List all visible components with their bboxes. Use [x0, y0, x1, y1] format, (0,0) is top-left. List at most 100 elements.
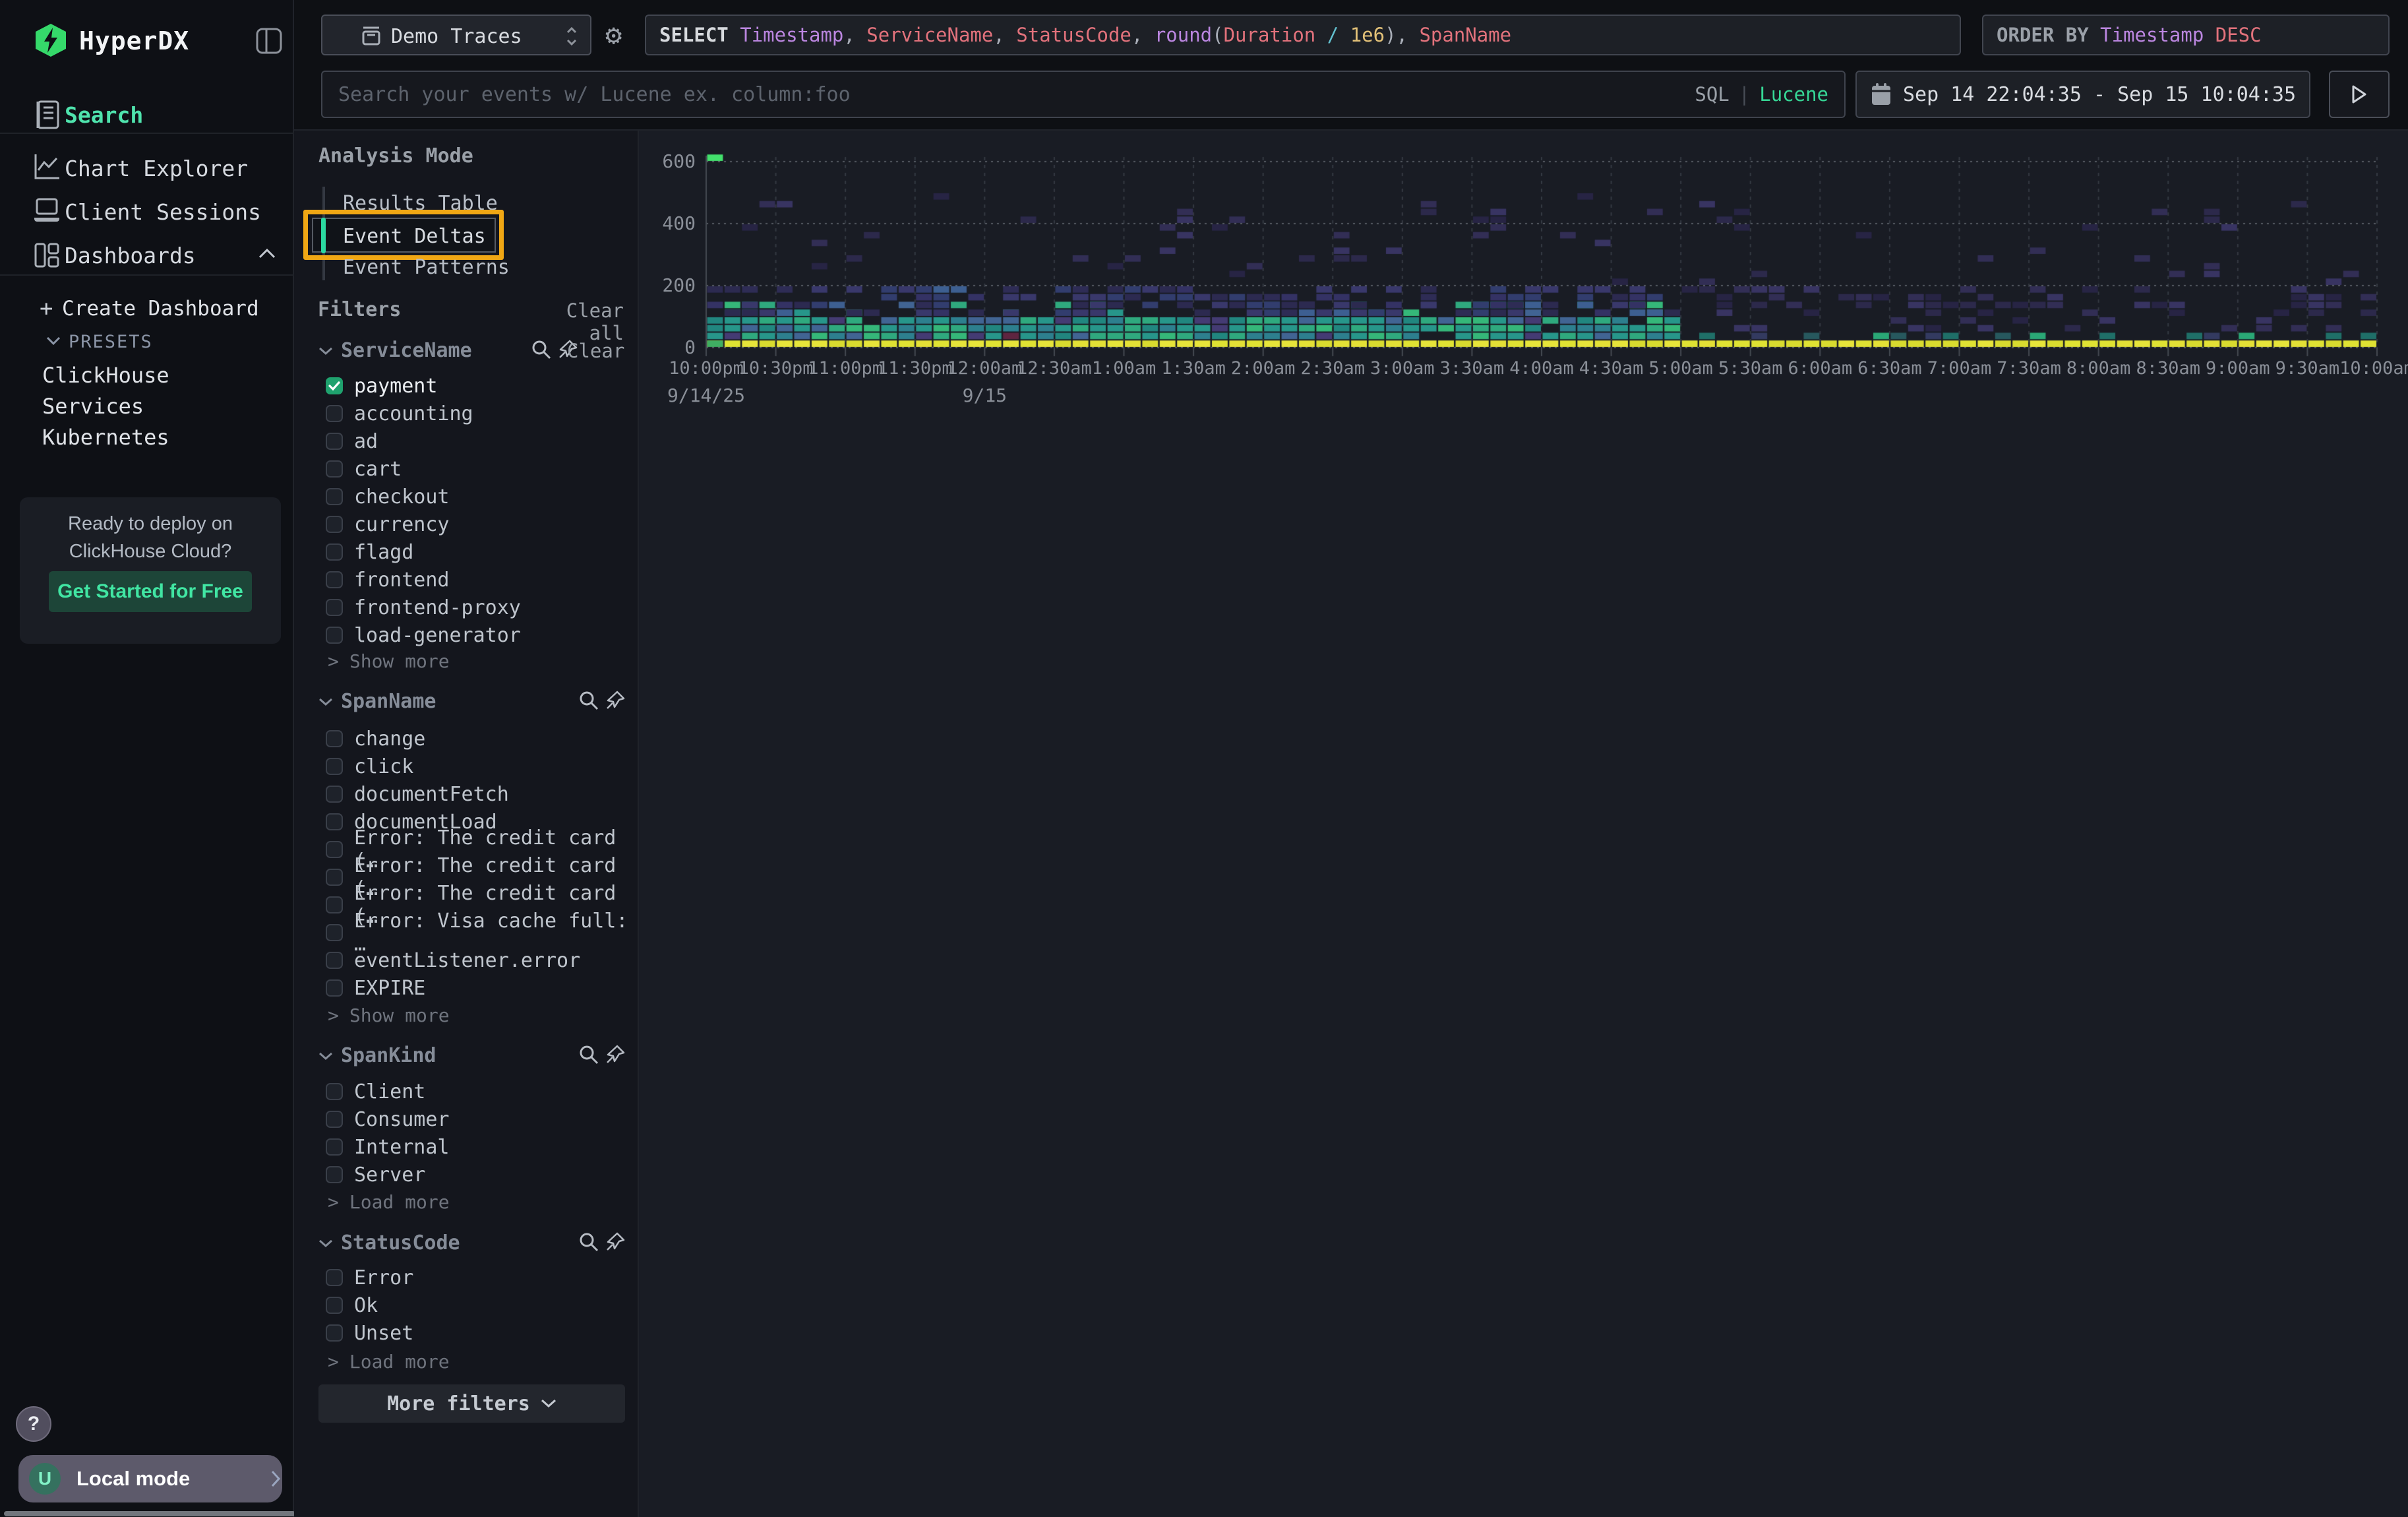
- chevron-down-icon[interactable]: [46, 336, 61, 346]
- filter-option-row[interactable]: accounting: [294, 400, 639, 427]
- checkbox[interactable]: [326, 1269, 343, 1286]
- option-event-deltas[interactable]: Event Deltas: [343, 225, 486, 248]
- search-icon[interactable]: [579, 691, 599, 710]
- checkbox[interactable]: [326, 1324, 343, 1342]
- filter-option-row[interactable]: Server: [294, 1161, 639, 1189]
- data-source-select[interactable]: Demo Traces: [321, 15, 591, 55]
- checkbox[interactable]: [326, 571, 343, 588]
- filter-option-row[interactable]: Internal: [294, 1133, 639, 1161]
- search-icon[interactable]: [531, 340, 551, 359]
- filter-option-row[interactable]: cart: [294, 455, 639, 483]
- filter-option-row[interactable]: Consumer: [294, 1105, 639, 1133]
- filter-option-row[interactable]: frontend-proxy: [294, 594, 639, 621]
- help-button[interactable]: ?: [16, 1406, 51, 1442]
- checkbox[interactable]: [326, 1111, 343, 1128]
- sidebar-item-dashboards[interactable]: Dashboards: [65, 243, 196, 268]
- checkbox[interactable]: [326, 979, 343, 997]
- sidebar-collapse-icon[interactable]: [256, 28, 282, 54]
- get-started-button[interactable]: Get Started for Free: [49, 571, 252, 612]
- pin-icon[interactable]: [605, 1045, 625, 1065]
- filter-option-row[interactable]: payment: [294, 372, 639, 400]
- filter-option-row[interactable]: EXPIRE: [294, 974, 639, 1002]
- checkbox[interactable]: [326, 813, 343, 830]
- run-query-button[interactable]: [2329, 71, 2390, 118]
- checkbox[interactable]: [326, 924, 343, 941]
- checkbox[interactable]: [326, 1166, 343, 1183]
- checkbox[interactable]: [326, 405, 343, 422]
- chevron-down-icon[interactable]: [318, 1052, 333, 1061]
- sidebar-item-chart-explorer[interactable]: Chart Explorer: [65, 156, 248, 181]
- promo-text-line1: Ready to deploy on: [20, 513, 281, 535]
- sidebar-item-create-dashboard[interactable]: Create Dashboard: [62, 297, 259, 321]
- load-more-button[interactable]: >Load more: [328, 1351, 450, 1373]
- divider: [0, 274, 294, 276]
- sidebar-item-services[interactable]: Services: [42, 394, 144, 419]
- checkbox[interactable]: [326, 1297, 343, 1314]
- option-event-patterns[interactable]: Event Patterns: [343, 256, 510, 279]
- filter-option-row[interactable]: flagd: [294, 538, 639, 566]
- mode-lucene-toggle[interactable]: Lucene: [1759, 83, 1828, 106]
- horizontal-scrollbar[interactable]: [4, 1511, 295, 1516]
- search-input[interactable]: [338, 83, 1695, 106]
- checkbox[interactable]: [326, 730, 343, 747]
- time-range-picker[interactable]: Sep 14 22:04:35 - Sep 15 10:04:35: [1855, 71, 2310, 118]
- more-filters-button[interactable]: More filters: [318, 1384, 625, 1423]
- checkbox[interactable]: [326, 1083, 343, 1100]
- checkbox[interactable]: [326, 433, 343, 450]
- checkbox[interactable]: [326, 1138, 343, 1156]
- order-by-input[interactable]: ORDER BY Timestamp DESC: [1982, 15, 2390, 55]
- checkbox[interactable]: [326, 543, 343, 561]
- sidebar-item-search[interactable]: Search: [65, 102, 143, 128]
- pin-icon[interactable]: [605, 1232, 625, 1252]
- filter-option-row[interactable]: frontend: [294, 566, 639, 594]
- sidebar-item-kubernetes[interactable]: Kubernetes: [42, 425, 169, 450]
- account-label: Local mode: [76, 1467, 190, 1491]
- checkbox[interactable]: [326, 896, 343, 913]
- chevron-down-icon[interactable]: [318, 698, 333, 706]
- checkbox[interactable]: [326, 758, 343, 775]
- clear-section-button[interactable]: Clear: [567, 340, 624, 362]
- filter-option-row[interactable]: ad: [294, 427, 639, 455]
- chevron-up-icon[interactable]: [258, 248, 276, 259]
- checkbox[interactable]: [326, 841, 343, 858]
- checkbox[interactable]: [326, 627, 343, 644]
- show-more-button[interactable]: >Show more: [328, 650, 450, 672]
- checkbox[interactable]: [326, 599, 343, 616]
- filter-option-row[interactable]: Client: [294, 1078, 639, 1105]
- filter-option-row[interactable]: currency: [294, 511, 639, 538]
- mode-sql-toggle[interactable]: SQL: [1695, 83, 1729, 106]
- filter-option-row[interactable]: Ok: [294, 1291, 639, 1319]
- checkbox[interactable]: [326, 786, 343, 803]
- chevron-down-icon[interactable]: [318, 347, 333, 356]
- filter-option-row[interactable]: documentFetch: [294, 780, 639, 808]
- filter-option-row[interactable]: Error: Visa cache full: …: [294, 919, 639, 946]
- chevron-down-icon[interactable]: [318, 1239, 333, 1248]
- filter-option-row[interactable]: click: [294, 753, 639, 780]
- clear-all-button[interactable]: Clear all: [527, 299, 624, 344]
- filter-option-row[interactable]: checkout: [294, 483, 639, 511]
- checkbox[interactable]: [326, 869, 343, 886]
- search-icon[interactable]: [579, 1045, 599, 1065]
- load-more-button[interactable]: >Load more: [328, 1191, 450, 1213]
- account-menu[interactable]: U Local mode: [18, 1455, 282, 1502]
- filter-option-row[interactable]: Unset: [294, 1319, 639, 1347]
- checkbox[interactable]: [326, 488, 343, 505]
- sidebar-item-client-sessions[interactable]: Client Sessions: [65, 199, 261, 225]
- filter-option-row[interactable]: change: [294, 725, 639, 753]
- sql-columns-input[interactable]: SELECT Timestamp, ServiceName, StatusCod…: [645, 15, 1961, 55]
- checkbox[interactable]: [326, 952, 343, 969]
- sql-token: [729, 24, 740, 46]
- filter-option-label: load-generator: [354, 624, 521, 647]
- gear-icon[interactable]: ⚙: [605, 18, 622, 51]
- filter-option-row[interactable]: Error: [294, 1264, 639, 1291]
- checkbox[interactable]: [326, 516, 343, 533]
- sidebar-item-clickhouse[interactable]: ClickHouse: [42, 363, 169, 388]
- filter-option-row[interactable]: load-generator: [294, 621, 639, 649]
- checkbox[interactable]: [326, 377, 343, 394]
- show-more-button[interactable]: >Show more: [328, 1005, 450, 1026]
- pin-icon[interactable]: [605, 691, 625, 710]
- checkbox[interactable]: [326, 460, 343, 478]
- dashboard-icon: [33, 241, 61, 269]
- sidebar-item-presets[interactable]: PRESETS: [69, 332, 153, 352]
- search-icon[interactable]: [579, 1232, 599, 1252]
